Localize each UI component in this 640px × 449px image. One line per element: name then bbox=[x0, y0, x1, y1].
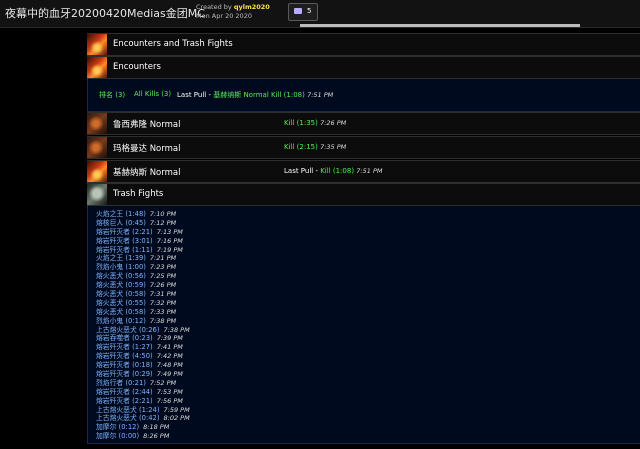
list-item[interactable]: 熔岩歼灭者 (4:50) 7:42 PM bbox=[88, 352, 640, 361]
section-header[interactable]: Trash Fights bbox=[87, 183, 640, 206]
section-label: Trash Fights bbox=[113, 189, 164, 199]
list-item[interactable]: 熔岩歼灭者 (3:01) 7:16 PM bbox=[88, 237, 640, 246]
list-item[interactable]: 熔岩歼灭者 (2:21) 7:13 PM bbox=[88, 228, 640, 237]
report-header: 夜幕中的血牙20200420Medias金团MC Created by qylm… bbox=[0, 0, 640, 28]
section-header[interactable]: Encounters and Trash Fights bbox=[87, 33, 640, 56]
section-encounters-and-trash: Encounters and Trash Fights bbox=[87, 33, 640, 56]
comment-icon bbox=[294, 8, 302, 14]
fight-header[interactable]: 鲁西弗隆 Normal Kill (1:35) 7:26 PM bbox=[87, 112, 640, 135]
list-item[interactable]: 熔岩歼灭者 (2:44) 7:53 PM bbox=[88, 388, 640, 397]
list-item[interactable]: 烈焰小鬼 (0:12) 7:38 PM bbox=[88, 317, 640, 326]
fight-result: Kill (2:15) 7:35 PM bbox=[284, 143, 346, 151]
last-pull[interactable]: Last Pull - 基赫纳斯 Normal Kill (1:08) 7:51… bbox=[177, 90, 333, 100]
fight-time: 7:26 PM bbox=[320, 119, 347, 127]
fight-header[interactable]: 玛格曼达 Normal Kill (2:15) 7:35 PM bbox=[87, 136, 640, 159]
fight-time: 7:35 PM bbox=[320, 143, 347, 151]
created-by-label: Created by bbox=[196, 3, 232, 11]
list-item[interactable]: 熔火恶犬 (0:58) 7:33 PM bbox=[88, 308, 640, 317]
trash-list: 火焰之王 (1:48) 7:10 PM 熔核巨人 (0:45) 7:12 PM 熔岩… bbox=[87, 206, 640, 444]
comment-count: 5 bbox=[307, 7, 312, 15]
encounters-summary: 排名 (3) All Kills (3) Last Pull - 基赫纳斯 No… bbox=[87, 79, 640, 112]
fight-row[interactable]: 基赫纳斯 Normal Last Pull - Kill (1:08) 7:51… bbox=[87, 160, 640, 183]
list-item[interactable]: 熔火恶犬 (0:59) 7:26 PM bbox=[88, 281, 640, 290]
list-item[interactable]: 熔核巨人 (0:45) 7:12 PM bbox=[88, 219, 640, 228]
list-item[interactable]: 烈焰行者 (0:21) 7:52 PM bbox=[88, 379, 640, 388]
list-item[interactable]: 熔岩歼灭者 (0:18) 7:48 PM bbox=[88, 361, 640, 370]
comments-button[interactable]: 5 bbox=[288, 3, 318, 21]
section-label: Encounters and Trash Fights bbox=[113, 39, 233, 49]
section-header[interactable]: Encounters bbox=[87, 56, 640, 79]
list-item[interactable]: 上古熔火恶犬 (0:42) 8:02 PM bbox=[88, 414, 640, 423]
fire-icon bbox=[87, 34, 107, 55]
report-meta: Created by qylm2020 Mon Apr 20 2020 bbox=[196, 3, 270, 20]
fight-result: Kill (1:35) 7:26 PM bbox=[284, 119, 346, 127]
list-item[interactable]: 熔火恶犬 (0:56) 7:25 PM bbox=[88, 272, 640, 281]
list-item[interactable]: 熔岩歼灭者 (0:29) 7:49 PM bbox=[88, 370, 640, 379]
list-item[interactable]: 熔火恶犬 (0:55) 7:32 PM bbox=[88, 299, 640, 308]
boss-portrait-icon bbox=[87, 161, 107, 182]
fight-kill-time: Kill (1:35) bbox=[284, 119, 318, 127]
section-trash-fights: Trash Fights 火焰之王 (1:48) 7:10 PM 熔核巨人 (0:… bbox=[87, 183, 640, 444]
list-item[interactable]: 加摩尔 (0:00) 8:26 PM bbox=[88, 432, 640, 441]
section-label: Encounters bbox=[113, 62, 161, 72]
fight-header[interactable]: 基赫纳斯 Normal Last Pull - Kill (1:08) 7:51… bbox=[87, 160, 640, 183]
fight-time: 7:51 PM bbox=[356, 167, 383, 175]
fight-row[interactable]: 玛格曼达 Normal Kill (2:15) 7:35 PM bbox=[87, 136, 640, 159]
last-pull-value: 基赫纳斯 Normal Kill (1:08) bbox=[213, 91, 305, 99]
list-item[interactable]: 熔岩歼灭者 (2:21) 7:56 PM bbox=[88, 397, 640, 406]
list-item[interactable]: 火焰之王 (1:39) 7:21 PM bbox=[88, 254, 640, 263]
author-link[interactable]: qylm2020 bbox=[234, 3, 270, 11]
last-pull-label: Last Pull - bbox=[177, 91, 214, 99]
fight-name: 鲁西弗隆 Normal bbox=[113, 120, 181, 130]
fire-icon bbox=[87, 57, 107, 78]
list-item[interactable]: 烈焰小鬼 (1:00) 7:23 PM bbox=[88, 263, 640, 272]
list-item[interactable]: 熔岩歼灭者 (1:27) 7:41 PM bbox=[88, 343, 640, 352]
ranking-link[interactable]: 排名 (3) bbox=[99, 90, 125, 100]
list-item[interactable]: 加摩尔 (0:12) 8:18 PM bbox=[88, 423, 640, 432]
section-encounters: Encounters 排名 (3) All Kills (3) Last Pul… bbox=[87, 56, 640, 112]
boss-portrait-icon bbox=[87, 113, 107, 134]
fight-result: Last Pull - Kill (1:08) 7:51 PM bbox=[284, 167, 383, 175]
list-item[interactable]: 熔火恶犬 (0:58) 7:31 PM bbox=[88, 290, 640, 299]
horizontal-scrollbar[interactable] bbox=[300, 24, 580, 27]
fight-name: 基赫纳斯 Normal bbox=[113, 168, 181, 178]
last-pull-time: 7:51 PM bbox=[307, 91, 334, 99]
boss-portrait-icon bbox=[87, 137, 107, 158]
fight-kill-time: Kill (1:08) bbox=[320, 167, 355, 175]
report-title: 夜幕中的血牙20200420Medias金团MC bbox=[5, 7, 205, 20]
fight-kill-time: Kill (2:15) bbox=[284, 143, 318, 151]
report-date: Mon Apr 20 2020 bbox=[196, 11, 252, 20]
trash-portrait-icon bbox=[87, 184, 107, 205]
list-item[interactable]: 火焰之王 (1:48) 7:10 PM bbox=[88, 210, 640, 219]
fight-row[interactable]: 鲁西弗隆 Normal Kill (1:35) 7:26 PM bbox=[87, 112, 640, 135]
all-kills-link[interactable]: All Kills (3) bbox=[134, 90, 171, 98]
fight-name: 玛格曼达 Normal bbox=[113, 144, 181, 154]
